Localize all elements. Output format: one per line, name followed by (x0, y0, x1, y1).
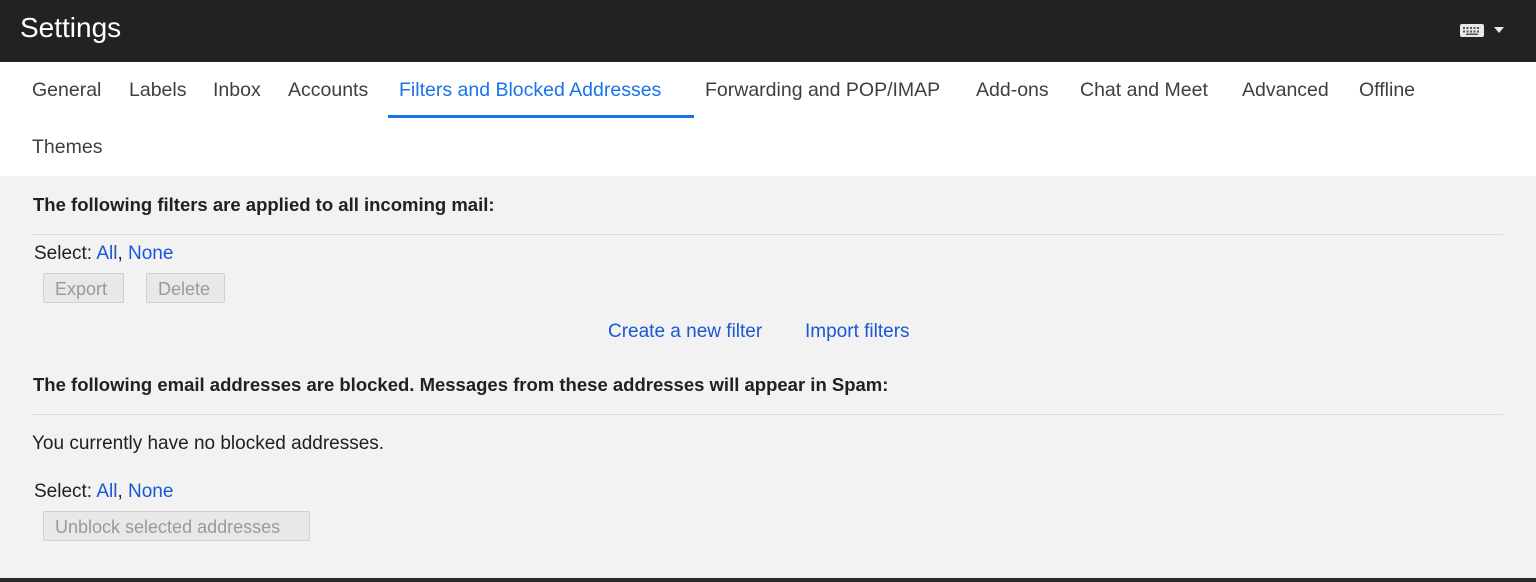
filters-select-row: Select: All, None (34, 243, 173, 265)
tab-inbox[interactable]: Inbox (213, 78, 261, 102)
tab-advanced[interactable]: Advanced (1242, 78, 1329, 102)
caret-down-icon (1494, 27, 1504, 33)
page-title: Settings (20, 12, 122, 43)
tab-themes[interactable]: Themes (32, 135, 102, 159)
create-new-filter-link[interactable]: Create a new filter (608, 321, 762, 342)
export-button[interactable]: Export (43, 273, 124, 303)
filters-select-separator: , (117, 243, 129, 264)
tab-filters-and-blocked-addresses[interactable]: Filters and Blocked Addresses (399, 78, 661, 102)
settings-tabs: General Labels Inbox Accounts Filters an… (0, 62, 1536, 176)
blocked-select-label: Select: (34, 481, 97, 502)
tab-labels[interactable]: Labels (129, 78, 186, 102)
no-blocked-message: You currently have no blocked addresses. (32, 433, 385, 454)
blocked-select-none-link[interactable]: None (128, 481, 173, 502)
filters-content: The following filters are applied to all… (0, 176, 1536, 578)
delete-button[interactable]: Delete (146, 273, 225, 303)
tab-offline[interactable]: Offline (1359, 78, 1415, 102)
blocked-divider (32, 414, 1503, 415)
tab-add-ons[interactable]: Add-ons (976, 78, 1049, 102)
blocked-select-row: Select: All, None (34, 481, 173, 503)
blocked-select-all-link[interactable]: All (96, 481, 117, 502)
filters-divider (32, 234, 1503, 235)
filters-select-none-link[interactable]: None (128, 243, 173, 264)
filter-actions: Create a new filter (608, 321, 762, 343)
tab-chat-and-meet[interactable]: Chat and Meet (1080, 78, 1208, 102)
filters-select-all-link[interactable]: All (96, 243, 117, 264)
tab-accounts[interactable]: Accounts (288, 78, 368, 102)
blocked-heading: The following email addresses are blocke… (33, 374, 889, 395)
filters-heading: The following filters are applied to all… (33, 194, 495, 215)
top-header: Settings (0, 0, 1536, 62)
filter-import-actions: Import filters (805, 321, 910, 343)
unblock-selected-button[interactable]: Unblock selected addresses (43, 511, 310, 541)
tab-forwarding-and-pop-imap[interactable]: Forwarding and POP/IMAP (705, 78, 940, 102)
import-filters-link[interactable]: Import filters (805, 321, 910, 342)
filters-select-label: Select: (34, 243, 97, 264)
tab-general[interactable]: General (32, 78, 101, 102)
bottom-border (0, 578, 1536, 582)
active-tab-indicator (388, 115, 694, 118)
keyboard-icon (1460, 24, 1484, 37)
blocked-select-separator: , (117, 481, 129, 502)
input-tools-menu[interactable] (1460, 22, 1508, 40)
